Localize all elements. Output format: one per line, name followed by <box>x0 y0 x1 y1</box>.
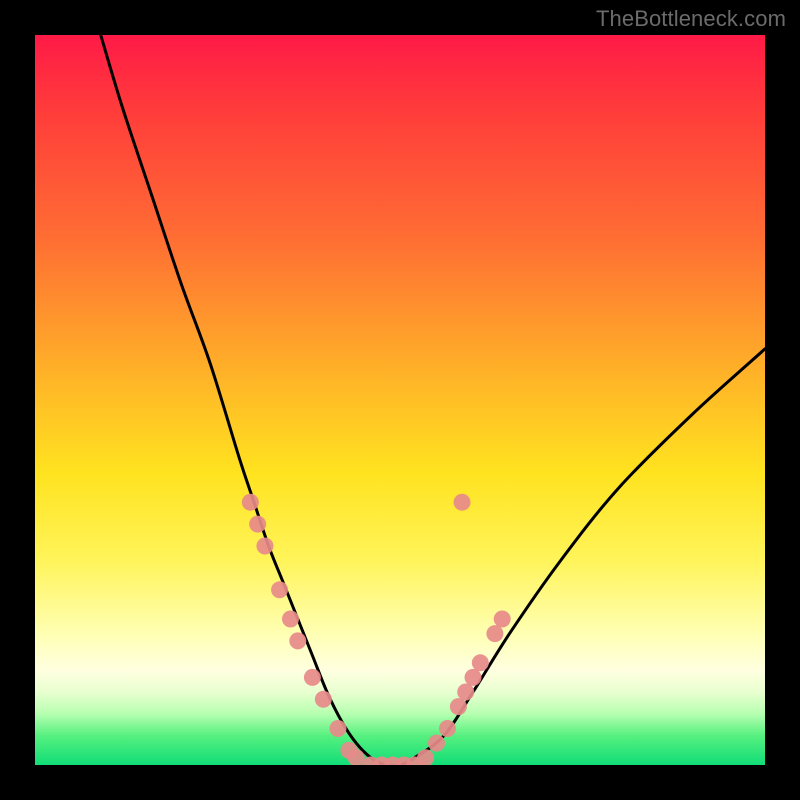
data-marker <box>428 735 445 752</box>
data-marker <box>304 669 321 686</box>
data-marker <box>289 632 306 649</box>
data-marker <box>417 749 434 765</box>
curve-layer <box>35 35 765 765</box>
data-marker <box>439 720 456 737</box>
data-marker <box>494 611 511 628</box>
watermark-text: TheBottleneck.com <box>596 6 786 32</box>
data-marker <box>486 625 503 642</box>
chart-frame: TheBottleneck.com <box>0 0 800 800</box>
data-marker <box>282 611 299 628</box>
plot-area <box>35 35 765 765</box>
data-marker <box>450 698 467 715</box>
data-marker <box>271 581 288 598</box>
data-marker <box>242 494 259 511</box>
bottleneck-curve <box>101 35 765 765</box>
data-marker <box>472 654 489 671</box>
data-marker <box>315 691 332 708</box>
data-marker <box>454 494 471 511</box>
data-marker <box>465 669 482 686</box>
data-marker <box>329 720 346 737</box>
data-markers <box>242 494 511 765</box>
data-marker <box>249 516 266 533</box>
data-marker <box>256 538 273 555</box>
data-marker <box>457 684 474 701</box>
